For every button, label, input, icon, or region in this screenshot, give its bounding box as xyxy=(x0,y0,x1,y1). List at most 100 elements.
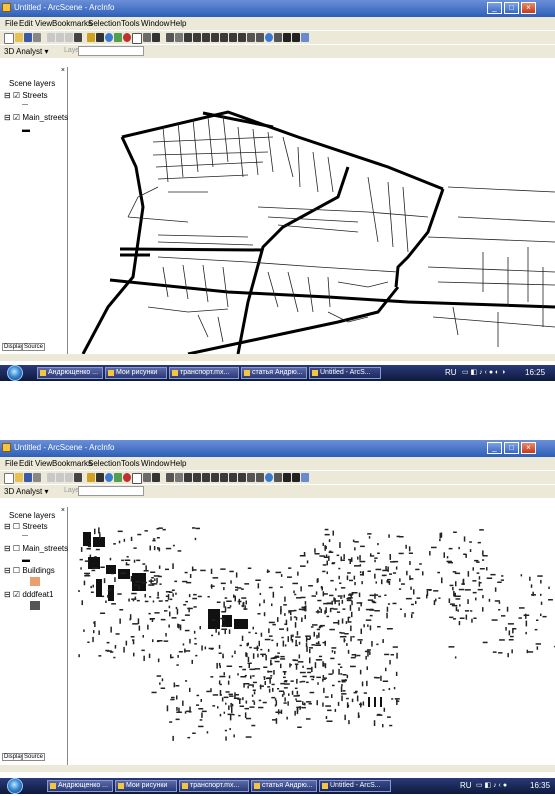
record-icon[interactable] xyxy=(123,473,131,482)
full-extent-icon[interactable] xyxy=(229,33,237,42)
toc-layer-main-streets[interactable]: ⊟ ☐ Main_streets xyxy=(4,544,68,553)
pan-icon[interactable] xyxy=(256,33,264,42)
toc-close-icon[interactable]: × xyxy=(61,67,65,74)
identify-icon[interactable] xyxy=(283,473,291,482)
minimize-button[interactable]: _ xyxy=(487,442,502,454)
save-icon[interactable] xyxy=(24,33,32,42)
orbit-icon[interactable] xyxy=(265,473,273,482)
orbit-icon[interactable] xyxy=(265,33,273,42)
menu-tools[interactable]: Tools xyxy=(121,19,140,28)
expand-icon[interactable] xyxy=(247,33,255,42)
3d-analyst-menu[interactable]: 3D Analyst ▾ xyxy=(4,47,48,56)
copy-icon[interactable] xyxy=(56,33,64,42)
scene-view[interactable] xyxy=(68,507,555,765)
zoom-target-icon[interactable] xyxy=(211,33,219,42)
print-icon[interactable] xyxy=(33,33,41,42)
navigate-icon[interactable] xyxy=(166,473,174,482)
menu-file[interactable]: File xyxy=(5,459,18,468)
target-icon[interactable] xyxy=(202,33,210,42)
zoom-in-icon[interactable] xyxy=(184,473,192,482)
menu-selection[interactable]: Selection xyxy=(88,459,121,468)
menu-bookmarks[interactable]: Bookmarks xyxy=(52,19,92,28)
save-icon[interactable] xyxy=(24,473,32,482)
task-button-3[interactable]: транспорт.mx... xyxy=(169,367,239,379)
menu-view[interactable]: View xyxy=(35,19,52,28)
task-button-1[interactable]: Андрющенко ... xyxy=(47,780,113,792)
add-data-icon[interactable] xyxy=(87,473,95,482)
measure-icon[interactable] xyxy=(301,473,309,482)
language-indicator[interactable]: RU xyxy=(460,778,472,794)
open-icon[interactable] xyxy=(15,473,23,482)
menu-edit[interactable]: Edit xyxy=(19,459,33,468)
close-button[interactable]: × xyxy=(521,2,536,14)
task-button-5[interactable]: Untitled - ArcS... xyxy=(319,780,391,792)
tab-source[interactable]: Source xyxy=(22,753,46,761)
print-icon[interactable] xyxy=(33,473,41,482)
3d-analyst-menu[interactable]: 3D Analyst ▾ xyxy=(4,487,48,496)
layer-icon[interactable] xyxy=(114,473,122,482)
zoom-in-icon[interactable] xyxy=(184,33,192,42)
layer-icon[interactable] xyxy=(114,33,122,42)
pan-icon[interactable] xyxy=(256,473,264,482)
layer-select[interactable] xyxy=(78,486,144,496)
menu-help[interactable]: Help xyxy=(170,459,186,468)
start-orb-icon[interactable] xyxy=(7,778,23,794)
delete-icon[interactable] xyxy=(74,33,82,42)
expand-icon[interactable] xyxy=(247,473,255,482)
task-button-2[interactable]: Мои рисунки xyxy=(115,780,177,792)
window-icon[interactable] xyxy=(132,33,142,44)
task-button-5[interactable]: Untitled - ArcS... xyxy=(309,367,381,379)
zoom-out-icon[interactable] xyxy=(193,33,201,42)
new-icon[interactable] xyxy=(4,473,14,484)
task-button-4[interactable]: статья Андрю... xyxy=(251,780,317,792)
toc-layer-streets[interactable]: ⊟ ☐ Streets xyxy=(4,522,48,531)
delete-icon[interactable] xyxy=(74,473,82,482)
calculator-icon[interactable] xyxy=(96,33,104,42)
menu-bookmarks[interactable]: Bookmarks xyxy=(52,459,92,468)
language-indicator[interactable]: RU xyxy=(445,365,457,381)
task-button-2[interactable]: Мои рисунки xyxy=(105,367,167,379)
layer-select[interactable] xyxy=(78,46,144,56)
task-button-1[interactable]: Андрющенко ... xyxy=(37,367,103,379)
menu-view[interactable]: View xyxy=(35,459,52,468)
menu-window[interactable]: Window xyxy=(141,19,169,28)
calculator-icon[interactable] xyxy=(96,473,104,482)
fly-icon[interactable] xyxy=(175,33,183,42)
toc-close-icon[interactable]: × xyxy=(61,507,65,514)
globe-icon[interactable] xyxy=(105,473,113,482)
task-button-4[interactable]: статья Андрю... xyxy=(241,367,307,379)
binoculars-icon[interactable] xyxy=(292,473,300,482)
cut-icon[interactable] xyxy=(47,33,55,42)
select-icon[interactable] xyxy=(274,33,282,42)
zoom-out-icon[interactable] xyxy=(193,473,201,482)
copy-icon[interactable] xyxy=(56,473,64,482)
zoom-layer-icon[interactable] xyxy=(238,473,246,482)
maximize-button[interactable]: □ xyxy=(504,442,519,454)
target-icon[interactable] xyxy=(202,473,210,482)
toc-layer-dddfeat1[interactable]: ⊟ ☑ dddfeat1 xyxy=(4,590,53,599)
navigate-icon[interactable] xyxy=(166,33,174,42)
menu-tools[interactable]: Tools xyxy=(121,459,140,468)
help-icon[interactable] xyxy=(152,33,160,42)
scene-view[interactable] xyxy=(68,67,555,356)
maximize-button[interactable]: □ xyxy=(504,2,519,14)
zoom-target-icon[interactable] xyxy=(211,473,219,482)
paste-icon[interactable] xyxy=(65,33,73,42)
toc-layer-main-streets[interactable]: ⊟ ☑ Main_streets xyxy=(4,113,68,122)
close-button[interactable]: × xyxy=(521,442,536,454)
task-button-3[interactable]: транспорт.mx... xyxy=(179,780,249,792)
new-icon[interactable] xyxy=(4,33,14,44)
paste-icon[interactable] xyxy=(65,473,73,482)
measure-icon[interactable] xyxy=(301,33,309,42)
menu-file[interactable]: File xyxy=(5,19,18,28)
toc-layer-buildings[interactable]: ⊟ ☐ Buildings xyxy=(4,566,55,575)
binoculars-icon[interactable] xyxy=(292,33,300,42)
record-icon[interactable] xyxy=(123,33,131,42)
menu-selection[interactable]: Selection xyxy=(88,19,121,28)
help-icon[interactable] xyxy=(152,473,160,482)
menu-window[interactable]: Window xyxy=(141,459,169,468)
window-icon[interactable] xyxy=(132,473,142,484)
minimize-button[interactable]: _ xyxy=(487,2,502,14)
open-icon[interactable] xyxy=(15,33,23,42)
tab-source[interactable]: Source xyxy=(22,343,46,351)
